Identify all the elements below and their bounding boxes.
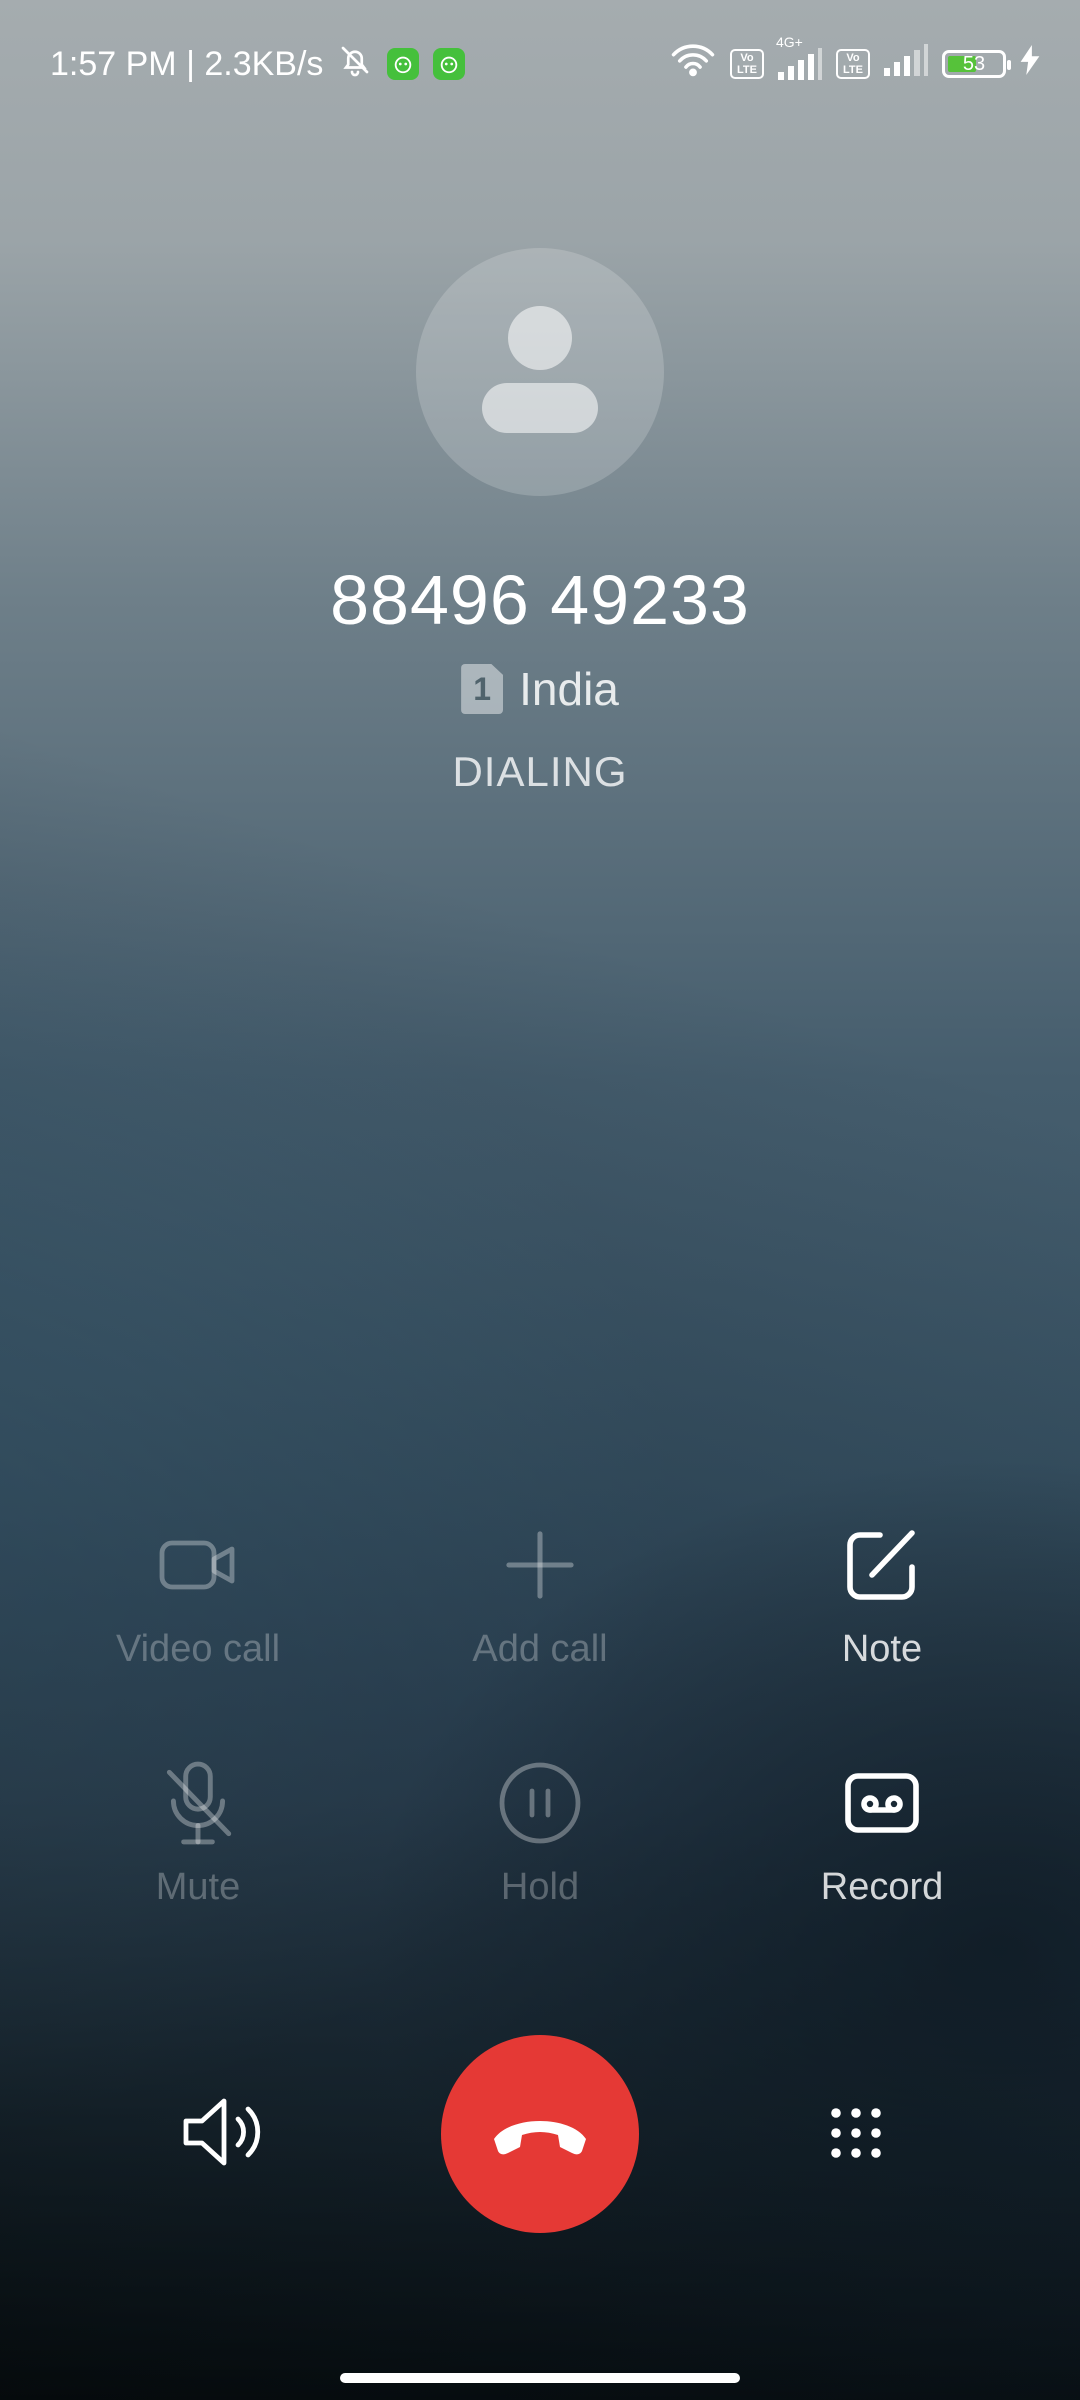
recording-tape-icon (844, 1758, 920, 1848)
add-call-button[interactable]: Add call (390, 1520, 690, 1671)
video-call-button[interactable]: Video call (48, 1520, 348, 1671)
video-camera-icon (158, 1520, 238, 1610)
status-left: 1:57 PM | 2.3KB/s (50, 42, 466, 87)
home-indicator[interactable] (340, 2373, 740, 2383)
end-call-button[interactable] (441, 2035, 639, 2233)
mute-button[interactable]: Mute (48, 1758, 348, 1909)
location-label: India (519, 663, 619, 715)
network-type: 4G+ (776, 34, 803, 50)
app-notification-icon (433, 48, 466, 80)
phone-number: 88496 49233 (330, 561, 750, 639)
add-call-label: Add call (472, 1628, 608, 1670)
status-right: Vo LTE 4G+ Vo LTE 53 (670, 34, 1040, 87)
volte-icon: Vo LTE (730, 49, 764, 79)
signal-strength-icon-2 (884, 43, 928, 85)
signal-strength-icon: 4G+ (776, 34, 822, 80)
sim-card-icon: 1 (461, 664, 504, 714)
battery-level: 53 (962, 52, 986, 75)
record-label: Record (820, 1866, 944, 1908)
hold-button[interactable]: Hold (390, 1758, 690, 1909)
record-button[interactable]: Record (732, 1758, 1032, 1909)
speaker-icon (183, 2098, 261, 2166)
video-call-label: Video call (115, 1628, 281, 1670)
plus-icon (505, 1520, 575, 1610)
wifi-icon (670, 42, 716, 87)
time-and-speed: 1:57 PM | 2.3KB/s (50, 44, 324, 83)
note-label: Note (841, 1628, 923, 1670)
volte-label: Vo LTE (737, 52, 757, 76)
note-edit-icon (844, 1520, 920, 1610)
sim-number: 1 (473, 670, 492, 707)
sim-location-row: 1 India (0, 662, 1080, 716)
silent-bell-icon (337, 42, 373, 87)
microphone-off-icon (163, 1758, 233, 1848)
mute-label: Mute (155, 1866, 241, 1908)
keypad-button[interactable] (828, 2105, 884, 2166)
app-notification-icon (387, 48, 420, 80)
volte-icon-2: Vo LTE (836, 49, 870, 79)
contact-avatar (416, 248, 664, 496)
dialpad-icon (831, 2108, 881, 2158)
call-status: DIALING (452, 748, 628, 795)
pause-circle-icon (498, 1758, 582, 1848)
note-button[interactable]: Note (732, 1520, 1032, 1671)
charging-icon (1020, 44, 1040, 84)
status-bar: 1:57 PM | 2.3KB/s Vo LTE 4G+ Vo LTE 53 (0, 0, 1080, 128)
hold-label: Hold (500, 1866, 580, 1908)
hang-up-phone-icon (494, 2121, 586, 2155)
battery-icon: 53 (942, 50, 1011, 78)
speaker-button[interactable] (180, 2095, 264, 2174)
